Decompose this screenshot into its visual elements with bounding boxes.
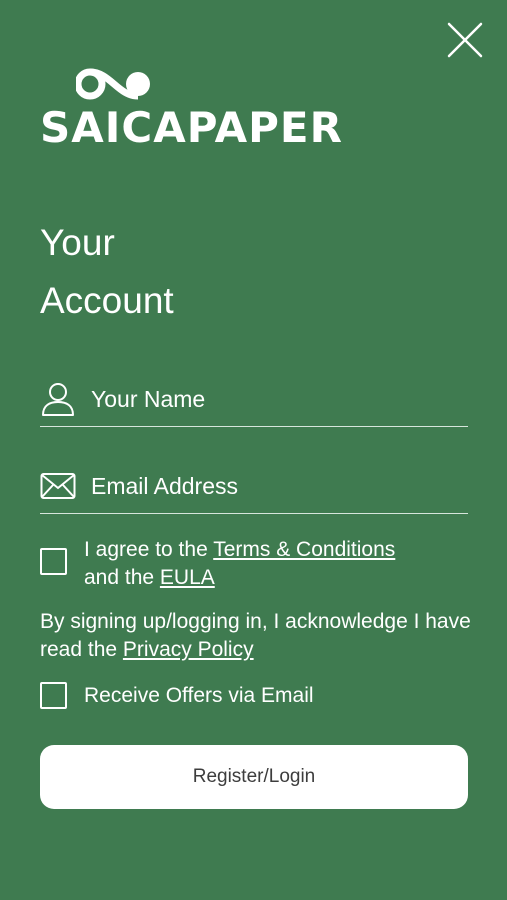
acknowledge-text: By signing up/logging in, I acknowledge … (40, 608, 480, 664)
terms-row: I agree to the Terms & Conditions and th… (40, 536, 395, 592)
register-login-button[interactable]: Register/Login (40, 745, 468, 809)
page-title: Your Account (40, 214, 174, 330)
acknowledge-body: By signing up/logging in, I acknowledge … (40, 610, 471, 661)
privacy-policy-link[interactable]: Privacy Policy (123, 638, 254, 661)
name-input[interactable] (91, 385, 468, 413)
close-button[interactable] (445, 20, 485, 60)
envelope-icon (40, 468, 76, 504)
offers-label: Receive Offers via Email (84, 684, 314, 707)
terms-text: I agree to the Terms & Conditions and th… (84, 536, 395, 592)
terms-middle: and the (84, 566, 160, 589)
terms-prefix: I agree to the (84, 538, 214, 561)
close-icon (447, 22, 483, 58)
terms-checkbox[interactable] (40, 548, 67, 575)
eula-link[interactable]: EULA (160, 566, 215, 589)
title-line-1: Your (40, 222, 115, 263)
offers-row: Receive Offers via Email (40, 682, 314, 710)
email-field[interactable] (40, 459, 468, 514)
name-field[interactable] (40, 372, 468, 427)
terms-link[interactable]: Terms & Conditions (213, 538, 395, 561)
logo-wordmark: SAICAPAPER (40, 103, 343, 152)
saica-paper-logo: SAICAPAPER (40, 66, 360, 152)
offers-checkbox[interactable] (40, 682, 67, 709)
person-icon (40, 381, 76, 417)
logo-mark-icon (76, 68, 150, 100)
title-line-2: Account (40, 280, 174, 321)
email-input[interactable] (91, 472, 468, 500)
